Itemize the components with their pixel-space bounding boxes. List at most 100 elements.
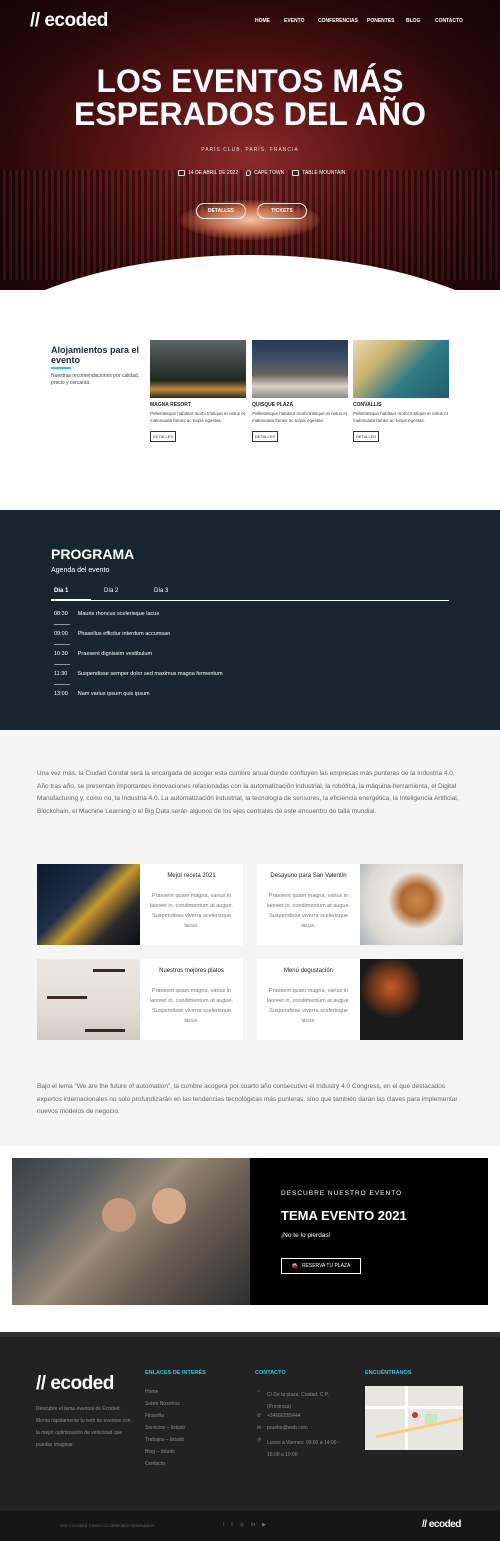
footer-link-about[interactable]: Sobre Nosotros — [145, 1401, 180, 1407]
agenda-item: 10:30 Praesent dignissim vestibulum — [54, 651, 152, 657]
instagram-icon[interactable]: ◎ — [240, 1522, 244, 1528]
nav-conferencias[interactable]: CONFERENCIAS — [318, 18, 358, 24]
nav-evento[interactable]: EVENTO — [284, 18, 304, 24]
event-meta: 14 DE ABRIL DE 2022 CAPE TOWN TABLE MOUN… — [178, 170, 345, 176]
hotel-image-quisque[interactable] — [252, 340, 348, 398]
agenda-item: 13:00 Nam varius ipsum quis ipsum — [54, 691, 150, 697]
card-title: Nuestros mejores platos — [159, 968, 224, 974]
hero-subtitle: PARÍS CLUB, PARÍS, FRANCIA — [201, 147, 299, 153]
shelf-decor — [47, 996, 87, 999]
footer-phone[interactable]: +34666555444 — [267, 1413, 301, 1419]
program-subtitle: Agenda del evento — [51, 567, 110, 574]
hotel-text: Pellentesque habitant morbi tristique et… — [353, 411, 449, 423]
banner-image — [12, 1158, 250, 1305]
hero-title-line2: ESPERADOS DEL AÑO — [73, 96, 427, 132]
details-button[interactable]: DETALLES — [196, 203, 246, 219]
intro-paragraph: Una vez más, la Ciudad Condal será la en… — [37, 770, 459, 815]
tab-day1[interactable]: Día 1 — [54, 588, 68, 594]
program-title: PROGRAMA — [51, 546, 135, 562]
links-title: ENLACES DE INTERÉS — [145, 1370, 206, 1376]
hotel-details-button[interactable]: DETALLES — [252, 431, 278, 442]
agenda-time: 11:30 — [54, 671, 68, 677]
location-map[interactable] — [365, 1386, 463, 1450]
clock-icon: ◷ — [257, 1437, 262, 1443]
card-image-dishes — [37, 959, 140, 1040]
building-icon — [292, 170, 300, 176]
event-place: CAPE TOWN — [254, 170, 285, 176]
agenda-separator — [54, 664, 70, 665]
contact-title: CONTACTO — [255, 1370, 286, 1376]
card-tasting[interactable]: Menú degustación Praesent quam magna, var… — [257, 959, 360, 1040]
nav-contacto[interactable]: CONTACTO — [435, 18, 463, 24]
logo[interactable]: // ecoded — [30, 10, 108, 32]
shelf-decor — [93, 969, 125, 972]
agenda-separator — [54, 624, 70, 625]
footer-logo[interactable]: // ecoded — [36, 1373, 114, 1395]
agenda-text: Mauris rhoncus scelerisque lacus — [77, 611, 160, 617]
card-image-recipe — [37, 864, 140, 945]
hotel-name: CONVALLIS — [353, 402, 382, 408]
phone-icon: ✆ — [257, 1413, 262, 1419]
map-road — [375, 1416, 463, 1439]
event-banner: DESCUBRE NUESTRO EVENTO TEMA EVENTO 2021… — [12, 1158, 488, 1305]
copyright: 2021 © ECODED TODOS LOS DERECHOS RESERVA… — [60, 1524, 156, 1528]
map-pin-icon — [412, 1412, 418, 1418]
reserve-button-label: RESERVA TU PLAZA — [301, 1263, 351, 1269]
footer-link-services[interactable]: Servicios – listado — [145, 1425, 185, 1431]
nav-home[interactable]: HOME — [255, 18, 270, 24]
calendar-icon — [178, 170, 185, 176]
youtube-icon[interactable]: ▶ — [262, 1522, 266, 1528]
lodging-title: Alojamientos para el evento — [51, 345, 140, 365]
person-decor — [102, 1198, 136, 1232]
footer-link-home[interactable]: Home — [145, 1389, 158, 1395]
hotel-image-convallis[interactable] — [353, 340, 449, 398]
footer-bottom-logo[interactable]: // ecoded — [422, 1519, 461, 1530]
hotel-details-button[interactable]: DETALLES — [353, 431, 379, 442]
card-recipe[interactable]: Mejor receta 2021 Praesent quam magna, va… — [140, 864, 243, 945]
card-title: Menú degustación — [283, 968, 334, 974]
card-dishes[interactable]: Nuestros mejores platos Praesent quam mag… — [140, 959, 243, 1040]
tab-day2[interactable]: Día 2 — [104, 588, 118, 594]
social-icons: f t ◎ in ▶ — [223, 1522, 266, 1528]
hotel-image-magna[interactable] — [150, 340, 246, 398]
hotel-name: QUISQUE PLAZA — [252, 402, 294, 408]
agenda-text: Phasellus efficitur interdum accumsan — [77, 631, 171, 637]
footer-link-philosophy[interactable]: Filosofía — [145, 1413, 164, 1419]
location-icon — [246, 170, 252, 176]
twitter-icon[interactable]: t — [231, 1522, 232, 1528]
footer-link-blog[interactable]: Blog – listado — [145, 1449, 175, 1455]
program-section — [0, 510, 500, 730]
card-text: Praesent quam magna, varius in laoreet i… — [149, 988, 234, 1024]
footer-email[interactable]: prueba@web.com — [267, 1425, 308, 1431]
agenda-separator — [54, 684, 70, 685]
card-breakfast[interactable]: Desayuno para San Valentín Praesent quam … — [257, 864, 360, 945]
tab-day3[interactable]: Día 3 — [154, 588, 168, 594]
agenda-text: Suspendisse semper dolor sed maximus mag… — [77, 671, 223, 677]
car-icon: 🚘 — [291, 1263, 298, 1269]
hero-section — [0, 0, 500, 290]
nav-ponentes[interactable]: PONENTES — [367, 18, 395, 24]
tickets-button[interactable]: TICKETS — [257, 203, 307, 219]
agenda-text: Nam varius ipsum quis ipsum — [77, 691, 150, 697]
footer-link-contact[interactable]: Contacto — [145, 1461, 165, 1467]
map-road — [365, 1406, 463, 1409]
card-title: Desayuno para San Valentín — [270, 873, 347, 879]
outro-paragraph: Bajo el lema “We are the future of autom… — [37, 1083, 458, 1115]
lodging-desc: Nuestras recomendaciones por calidad, pr… — [51, 373, 140, 386]
hotel-name: MAGNA RESORT — [150, 402, 191, 408]
nav-blog[interactable]: BLOG — [406, 18, 420, 24]
hotel-details-button[interactable]: DETALLES — [150, 431, 176, 442]
linkedin-icon[interactable]: in — [251, 1522, 255, 1528]
reserve-button[interactable]: 🚘 RESERVA TU PLAZA — [281, 1258, 361, 1274]
agenda-text: Praesent dignissim vestibulum — [77, 651, 153, 657]
event-venue: TABLE MOUNTAIN — [302, 170, 346, 176]
card-title: Mejor receta 2021 — [167, 873, 216, 879]
footer-address: C/ De la plaza, Ciudad, C.P. (Provincia) — [267, 1392, 329, 1410]
map-park — [425, 1414, 437, 1424]
home-icon: ⌂ — [257, 1388, 261, 1394]
footer-link-works[interactable]: Trabajos – listado — [145, 1437, 184, 1443]
agenda-item: 11:30 Suspendisse semper dolor sed maximu… — [54, 671, 223, 677]
footer-hours: Lunes a Viernes: 09:00 a 14:00 - 16:00 a… — [267, 1440, 340, 1458]
facebook-icon[interactable]: f — [223, 1522, 224, 1528]
tab-active-indicator — [51, 599, 91, 601]
